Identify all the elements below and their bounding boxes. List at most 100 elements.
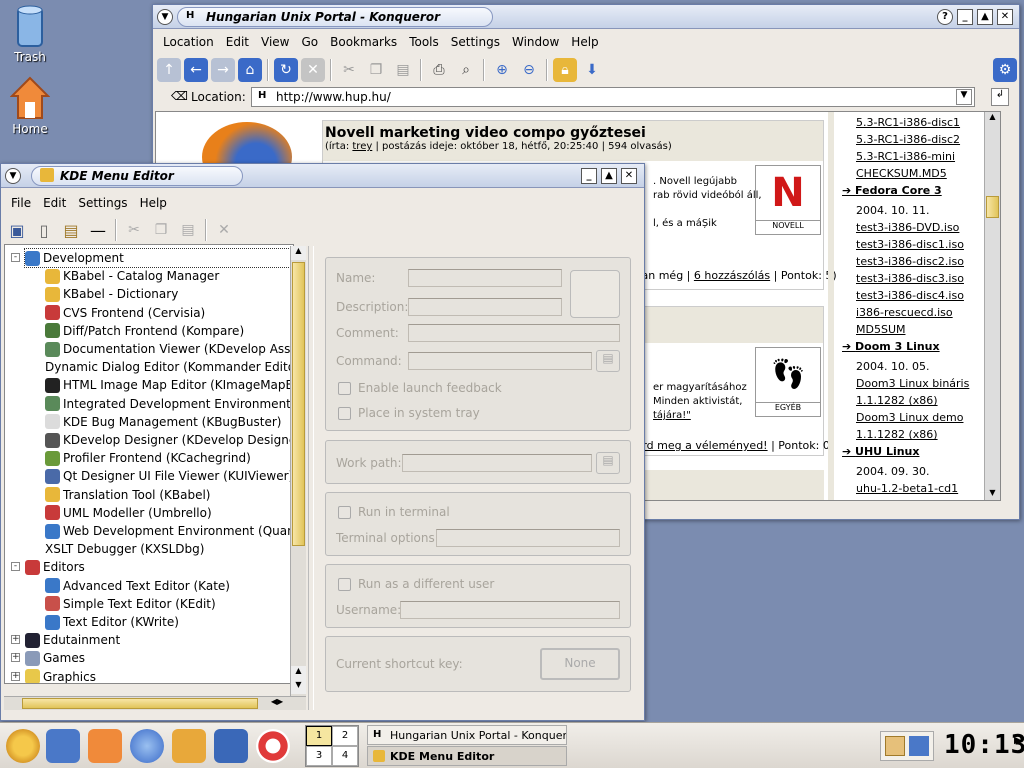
home-toolbar-icon[interactable]: ⌂ xyxy=(238,58,262,82)
stop-icon[interactable]: ✕ xyxy=(301,58,325,82)
collapse-icon[interactable]: - xyxy=(11,562,20,572)
tree-item[interactable]: Simple Text Editor (KEdit) xyxy=(45,595,216,613)
pager-desktop-2[interactable]: 2 xyxy=(332,726,358,746)
sidebar-link[interactable]: MD5SUM xyxy=(856,323,905,336)
help-launcher-icon[interactable] xyxy=(256,729,290,763)
splitter[interactable] xyxy=(308,246,314,710)
delete-icon[interactable]: ✕ xyxy=(212,218,236,242)
tree-item[interactable]: HTML Image Map Editor (KImageMapEdi xyxy=(45,376,293,394)
scroll-up-icon[interactable]: ▲ xyxy=(985,112,1000,126)
tree-item[interactable]: Dynamic Dialog Editor (Kommander Editor) xyxy=(45,358,293,376)
tree-item[interactable]: Diff/Patch Frontend (Kompare) xyxy=(45,322,244,340)
menu-window[interactable]: Window xyxy=(508,35,563,49)
menu-settings[interactable]: Settings xyxy=(447,35,504,49)
taskbar-hide-arrow-icon[interactable]: ▶ xyxy=(1014,735,1022,746)
home-launcher-icon[interactable] xyxy=(88,729,122,763)
web-scroll-thumb[interactable] xyxy=(986,196,999,218)
collapse-icon[interactable]: - xyxy=(11,253,20,262)
tree-item[interactable]: UML Modeller (Umbrello) xyxy=(45,504,212,522)
expand-icon[interactable]: + xyxy=(11,653,20,663)
reload-icon[interactable]: ↻ xyxy=(274,58,298,82)
pager-desktop-3[interactable]: 3 xyxy=(306,746,332,766)
cut-icon[interactable]: ✂ xyxy=(122,218,146,242)
comments-link[interactable]: 6 hozzászólás xyxy=(694,269,770,282)
tree-item[interactable]: KDE Bug Management (KBugBuster) xyxy=(45,413,281,431)
sidebar-link[interactable]: Doom3 Linux demo xyxy=(856,411,963,424)
menu-tools[interactable]: Tools xyxy=(405,35,443,49)
kmenuedit-tray-icon[interactable] xyxy=(909,736,929,756)
tree-item[interactable]: Integrated Development Environment (KD xyxy=(45,395,293,413)
shortcut-button[interactable]: None xyxy=(540,648,620,680)
sidebar-link[interactable]: Doom3 Linux bináris xyxy=(856,377,969,390)
menu-file[interactable]: File xyxy=(7,196,35,210)
print-frame-icon[interactable]: ⌕ xyxy=(454,58,478,82)
tree-item[interactable]: KBabel - Catalog Manager xyxy=(45,267,219,285)
command-field[interactable] xyxy=(408,352,592,370)
tree-scroll-up-icon[interactable]: ▲ xyxy=(291,246,306,260)
tree-item[interactable]: CVS Frontend (Cervisia) xyxy=(45,304,205,322)
trash-desktop-icon[interactable]: Trash xyxy=(0,4,60,64)
copy-icon[interactable]: ❐ xyxy=(364,58,388,82)
cut-icon[interactable]: ✂ xyxy=(337,58,361,82)
pager-desktop-1[interactable]: 1 xyxy=(306,726,332,746)
sidebar-link[interactable]: test3-i386-DVD.iso xyxy=(856,221,959,234)
author-link[interactable]: trey xyxy=(352,141,372,152)
home-desktop-icon[interactable]: Home xyxy=(0,76,60,136)
kmenu-gear-icon[interactable] xyxy=(6,729,40,763)
tree-item[interactable]: Qt Designer UI File Viewer (KUIViewer) xyxy=(45,467,293,485)
different-user-checkbox[interactable] xyxy=(338,578,351,591)
comment-field[interactable] xyxy=(408,324,620,342)
url-dropdown-icon[interactable]: ▼ xyxy=(956,89,972,105)
zoom-in-icon[interactable]: ⊕ xyxy=(490,58,514,82)
command-browse-icon[interactable]: ▤ xyxy=(596,350,620,372)
expand-icon[interactable]: + xyxy=(11,635,20,645)
sidebar-link[interactable]: test3-i386-disc2.iso xyxy=(856,255,964,268)
menu-edit[interactable]: Edit xyxy=(39,196,70,210)
sidebar-link[interactable]: test3-i386-disc1.iso xyxy=(856,238,964,251)
tree-submenu[interactable]: Development xyxy=(24,248,293,268)
menu-help[interactable]: Help xyxy=(136,196,171,210)
new-submenu-icon[interactable]: ▤ xyxy=(59,218,83,242)
launch-feedback-checkbox[interactable] xyxy=(338,382,351,395)
back-icon[interactable]: ← xyxy=(184,58,208,82)
tree-scroll-thumb[interactable] xyxy=(292,262,305,546)
klipper-icon[interactable] xyxy=(885,736,905,756)
tree-item[interactable]: Text Editor (KWrite) xyxy=(45,613,179,631)
maximize-icon[interactable]: ▲ xyxy=(977,9,993,25)
tree-item[interactable]: Advanced Text Editor (Kate) xyxy=(45,577,230,595)
web-scrollbar[interactable]: ▲ ▼ xyxy=(984,112,1000,500)
sidebar-link[interactable]: uhu-1.2-beta1-cd1 xyxy=(856,482,958,495)
tree-scroll-down-icon[interactable]: ▼ xyxy=(291,680,306,694)
sidebar-link[interactable]: test3-i386-disc4.iso xyxy=(856,289,964,302)
kmenuedit-maximize-icon[interactable]: ▲ xyxy=(601,168,617,184)
sidebar-link[interactable]: CHECKSUM.MD5 xyxy=(856,167,947,180)
menu-go[interactable]: Go xyxy=(298,35,323,49)
scroll-down-icon[interactable]: ▼ xyxy=(985,488,1000,500)
tree-submenu[interactable]: Games xyxy=(25,649,85,667)
work-path-browse-icon[interactable]: ▤ xyxy=(596,452,620,474)
system-tray-checkbox[interactable] xyxy=(338,407,351,420)
sidebar-link[interactable]: test3-i386-disc3.iso xyxy=(856,272,964,285)
paste-icon[interactable]: ▤ xyxy=(176,218,200,242)
clear-location-icon[interactable]: ⌫ xyxy=(171,89,188,103)
copy-icon[interactable]: ❐ xyxy=(149,218,173,242)
konqueror-launcher-icon[interactable] xyxy=(130,729,164,763)
username-field[interactable] xyxy=(400,601,620,619)
tree-submenu[interactable]: Edutainment xyxy=(25,631,120,649)
tree-vertical-scrollbar[interactable]: ▲ ▲ ▼ xyxy=(290,246,306,696)
konqueror-titlebar[interactable]: ▼ H Hungarian Unix Portal - Konqueror ? … xyxy=(153,5,1019,29)
tree-horizontal-scrollbar[interactable]: ◀▶ xyxy=(4,696,306,710)
description-field[interactable] xyxy=(408,298,562,316)
menu-settings[interactable]: Settings xyxy=(74,196,131,210)
sidebar-link[interactable]: 5.3-RC1-i386-disc1 xyxy=(856,116,960,129)
menu-view[interactable]: View xyxy=(257,35,293,49)
kmenuedit-titlebar[interactable]: ▼ KDE Menu Editor _ ▲ ✕ xyxy=(1,164,644,188)
tree-item[interactable]: Profiler Frontend (KCachegrind) xyxy=(45,449,251,467)
task-kmenuedit[interactable]: KDE Menu Editor xyxy=(367,746,567,766)
close-icon[interactable]: ✕ xyxy=(997,9,1013,25)
sidebar-link[interactable]: 1.1.1282 (x86) xyxy=(856,394,938,407)
zoom-out-icon[interactable]: ⊖ xyxy=(517,58,541,82)
menu-tree[interactable]: - Development KBabel - Catalog Manager KBab… xyxy=(4,244,294,684)
menu-location[interactable]: Location xyxy=(159,35,218,49)
forward-icon[interactable]: → xyxy=(211,58,235,82)
